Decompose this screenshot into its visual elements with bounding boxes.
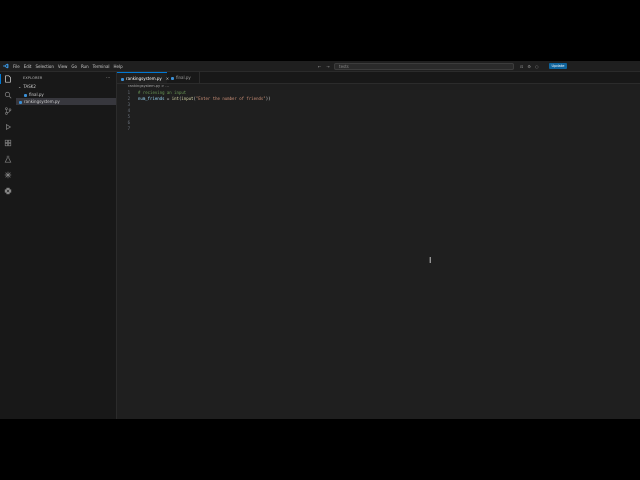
menu-help[interactable]: Help bbox=[114, 64, 123, 69]
python-file-icon bbox=[19, 100, 22, 104]
title-bar-icons: ⊡ ⚙ ○ bbox=[520, 64, 538, 69]
nav-arrows: ← → bbox=[318, 64, 330, 69]
code-string: "Enter the number of friends" bbox=[195, 96, 266, 101]
menu-bar: File Edit Selection View Go Run Terminal… bbox=[13, 64, 123, 69]
code-statement: num_friends = int(input("Enter the numbe… bbox=[138, 96, 271, 102]
menu-terminal[interactable]: Terminal bbox=[93, 64, 110, 69]
code-variable: num_friends bbox=[138, 96, 165, 101]
code-operator: = bbox=[164, 96, 172, 101]
title-bar: File Edit Selection View Go Run Terminal… bbox=[0, 61, 640, 72]
more-actions-icon[interactable]: ··· bbox=[106, 75, 110, 80]
source-control-icon[interactable] bbox=[4, 107, 12, 115]
line-number: 7 bbox=[127, 126, 130, 131]
menu-run[interactable]: Run bbox=[81, 64, 89, 69]
menu-view[interactable]: View bbox=[58, 64, 68, 69]
folder-task2[interactable]: ⌄ TASK2 bbox=[16, 83, 116, 90]
file-label: final.py bbox=[29, 92, 44, 97]
menu-file[interactable]: File bbox=[13, 64, 20, 69]
search-icon[interactable] bbox=[4, 91, 12, 99]
file-item-rankingsystem[interactable]: rankingsystem.py bbox=[16, 98, 116, 105]
text-cursor-icon: I bbox=[429, 256, 432, 265]
folder-label: TASK2 bbox=[23, 84, 36, 89]
extensions-icon[interactable] bbox=[4, 139, 12, 147]
activity-bar bbox=[0, 72, 17, 419]
command-center-search[interactable]: tests bbox=[334, 62, 514, 70]
tab-rankingsystem[interactable]: rankingsystem.py × bbox=[117, 72, 169, 83]
breadcrumb[interactable]: rankingsystem.py > ... bbox=[128, 84, 169, 89]
code-editor[interactable]: 1 # recieving an input 2 num_friends = i… bbox=[117, 90, 640, 419]
back-arrow-icon[interactable]: ← bbox=[318, 64, 321, 69]
tab-final[interactable]: final.py bbox=[167, 72, 200, 83]
forward-arrow-icon[interactable]: → bbox=[326, 64, 329, 69]
tab-label: final.py bbox=[176, 75, 191, 80]
code-function: input bbox=[181, 96, 194, 101]
explorer-files-icon[interactable] bbox=[0, 74, 12, 84]
update-button[interactable]: Update bbox=[549, 63, 567, 69]
menu-go[interactable]: Go bbox=[71, 64, 77, 69]
settings-gear-icon[interactable]: ⚙ bbox=[527, 64, 531, 69]
file-label: rankingsystem.py bbox=[24, 99, 60, 104]
testing-beaker-icon[interactable] bbox=[4, 155, 12, 163]
explorer-header: EXPLORER bbox=[23, 76, 43, 80]
copilot-icon[interactable]: ⊡ bbox=[520, 64, 523, 69]
remote-explorer-icon[interactable] bbox=[4, 171, 12, 179]
account-icon[interactable]: ○ bbox=[535, 64, 539, 69]
python-file-icon bbox=[121, 77, 124, 81]
menu-edit[interactable]: Edit bbox=[24, 64, 32, 69]
menu-selection[interactable]: Selection bbox=[35, 64, 53, 69]
vscode-window: File Edit Selection View Go Run Terminal… bbox=[0, 61, 640, 419]
tab-label: rankingsystem.py bbox=[126, 76, 162, 81]
code-paren: )) bbox=[265, 96, 271, 101]
run-debug-icon[interactable] bbox=[4, 123, 12, 131]
file-item-final[interactable]: final.py bbox=[16, 91, 116, 98]
python-icon[interactable] bbox=[4, 187, 12, 195]
python-file-icon bbox=[171, 76, 174, 80]
editor-tabs: rankingsystem.py × final.py bbox=[117, 72, 640, 84]
explorer-sidebar: EXPLORER ··· ⌄ TASK2 final.py rankingsyst… bbox=[16, 72, 117, 419]
code-function: int bbox=[171, 96, 179, 101]
vscode-logo-icon bbox=[3, 63, 9, 69]
python-file-icon bbox=[24, 93, 27, 97]
chevron-down-icon: ⌄ bbox=[18, 84, 22, 89]
